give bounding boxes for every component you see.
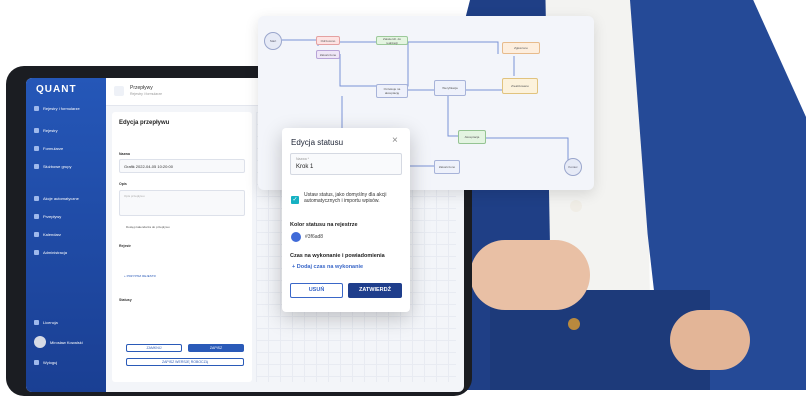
close-icon[interactable]: × (392, 135, 398, 146)
sidebar-item-label: Formularze (43, 146, 64, 151)
status-name-value: Krok 1 (296, 164, 314, 170)
confirm-button[interactable]: ZATWIERDŹ (348, 283, 402, 298)
gear-icon (34, 196, 39, 201)
sidebar-item-calendar[interactable]: Kalendarz (34, 232, 61, 237)
flow-node-reported[interactable]: Zgłoszono (502, 42, 540, 54)
description-placeholder: Opis przepływu (124, 194, 145, 198)
logout-label: Wyloguj (43, 360, 58, 365)
sidebar-item-label: Akcje automatyczne (43, 196, 79, 201)
color-swatch[interactable] (291, 232, 301, 242)
flow-icon (114, 86, 124, 96)
user-name: Mirosław Kowalski (50, 339, 83, 345)
name-label: Nazwa (119, 152, 130, 156)
default-status-checkbox[interactable]: ✓ (291, 196, 299, 204)
flow-node-completed[interactable]: Zrealizowano (502, 78, 538, 94)
add-register-link[interactable]: + PRZYPISZ REJESTR (124, 274, 156, 278)
flow-node-rejected[interactable]: Odrzucono (316, 36, 340, 45)
sidebar-item-admin[interactable]: Administracja (34, 250, 67, 255)
save-button[interactable]: ZAPISZ (188, 344, 244, 352)
list-icon (34, 106, 39, 111)
avatar (34, 336, 46, 348)
form-icon (34, 146, 39, 151)
sidebar-item-label: Rejestry (43, 128, 58, 133)
shirt-button (570, 200, 582, 212)
default-status-label: Ustaw status, jako domyślny dla akcji au… (304, 192, 387, 204)
flow-node-end[interactable]: Koniec (564, 158, 582, 176)
delete-button[interactable]: USUŃ (290, 283, 343, 298)
flow-description-field[interactable]: Opis przepływu (119, 190, 245, 216)
status-name-field[interactable]: Nazwa * Krok 1 (290, 153, 402, 175)
flow-node-start[interactable]: Start (264, 32, 282, 50)
sidebar-item-label: Kalendarz (43, 232, 62, 237)
calendar-toggle-label[interactable]: Dostęp kalendarza do przepływu (126, 225, 170, 229)
flow-name-field[interactable]: Grafik 2022-04-05 10:20:00 (119, 159, 245, 173)
table-icon (34, 128, 39, 133)
registers-label: Rejestr (119, 244, 131, 248)
license-icon (34, 320, 39, 325)
flow-editor-panel: Edycja przepływu Nazwa Grafik 2022-04-05… (112, 112, 252, 382)
status-name-label: Nazwa * (296, 157, 310, 161)
logout-button[interactable]: Wyloguj (34, 360, 57, 365)
calendar-icon (34, 232, 39, 237)
flow-node-approved[interactable]: Zatwierdz. do realizacji (376, 36, 408, 45)
editor-title: Edycja przepływu (119, 120, 170, 126)
belt-button (568, 318, 580, 330)
page-title: Przepływy (130, 85, 153, 91)
settings-icon (34, 250, 39, 255)
flow-node-acceptance[interactable]: Akceptacja (458, 130, 486, 144)
app-logo: QUANT (36, 84, 77, 95)
sidebar: QUANT Rejestry i formularze Rejestry For… (26, 78, 106, 392)
sidebar-item-label: Rejestry i formularze (43, 106, 80, 111)
sidebar-item-flows[interactable]: Przepływy (34, 214, 61, 219)
time-label: Czas na wykonanie i powiadomienia (290, 253, 385, 259)
breadcrumb: Rejestry i formularze (130, 92, 163, 96)
edit-status-dialog: Edycja statusu × Nazwa * Krok 1 ✓ Ustaw … (282, 128, 410, 312)
sidebar-item-label: Licencja (43, 320, 58, 325)
statuses-label: Statusy (119, 298, 132, 302)
group-icon (34, 164, 39, 169)
hand-right (670, 310, 750, 370)
hand-left (470, 240, 590, 310)
close-button[interactable]: ZAMKNIJ (126, 344, 182, 352)
save-draft-button[interactable]: ZAPISZ WERSJĘ ROBOCZĄ (126, 358, 244, 366)
sidebar-item-label: Służbowe grupy (43, 164, 72, 169)
flow-node-finished[interactable]: Zakończone (316, 50, 340, 59)
flow-node-verification[interactable]: Weryfikacja (434, 80, 466, 96)
flow-name-value: Grafik 2022-04-05 10:20:00 (124, 164, 173, 169)
flow-node-ended[interactable]: Zakończono (434, 160, 460, 174)
sidebar-item-license[interactable]: Licencja (34, 320, 58, 325)
flow-node-awaiting[interactable]: Oczekuje na akceptację (376, 84, 408, 98)
sidebar-item-automation[interactable]: Akcje automatyczne (34, 196, 79, 201)
sidebar-item-registers-forms[interactable]: Rejestry i formularze (34, 106, 80, 111)
sidebar-item-forms[interactable]: Formularze (34, 146, 63, 151)
sidebar-item-groups[interactable]: Służbowe grupy (34, 164, 71, 169)
sidebar-item-label: Administracja (43, 250, 68, 255)
sidebar-item-label: Przepływy (43, 214, 62, 219)
add-time-button[interactable]: + Dodaj czas na wykonanie (292, 264, 363, 270)
dialog-title: Edycja statusu (291, 138, 344, 147)
color-value: #3f6ad8 (305, 234, 324, 240)
logout-icon (34, 360, 39, 365)
sidebar-item-registers[interactable]: Rejestry (34, 128, 58, 133)
user-profile[interactable]: Mirosław Kowalski (34, 336, 83, 348)
flow-icon (34, 214, 39, 219)
description-label: Opis (119, 182, 127, 186)
color-label: Kolor statusu na rejestrze (290, 222, 358, 228)
